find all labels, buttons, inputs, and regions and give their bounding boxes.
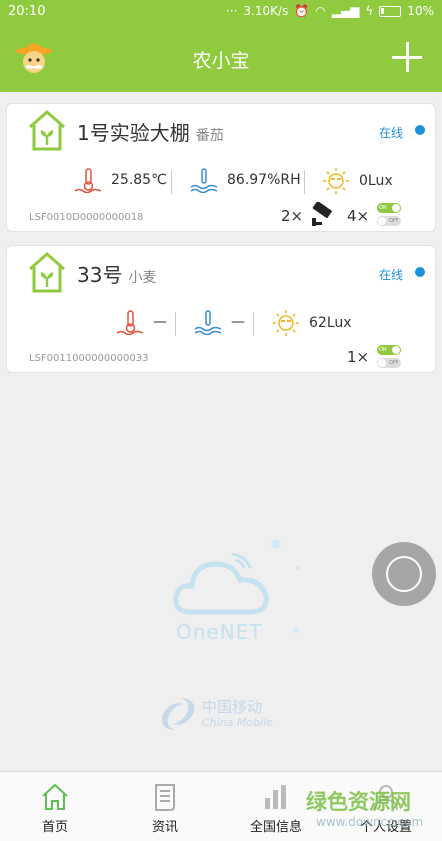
sun-icon bbox=[273, 310, 299, 336]
toggle-off: OFF bbox=[377, 216, 401, 226]
device-name: 1号实验大棚 番茄 bbox=[77, 117, 224, 146]
divider bbox=[304, 170, 305, 194]
status-time: 20:10 bbox=[8, 4, 46, 19]
greenhouse-icon bbox=[29, 251, 65, 293]
china-mobile-logo-icon bbox=[161, 698, 195, 730]
device-name-text: 1号实验大棚 bbox=[77, 121, 190, 145]
humidity-value: 86.97%RH bbox=[227, 172, 301, 188]
water-thermometer-icon bbox=[190, 168, 218, 193]
chart-icon bbox=[265, 785, 286, 809]
dots-decoration bbox=[271, 539, 300, 633]
temperature-reading: — bbox=[115, 309, 167, 335]
tab-label: 资讯 bbox=[151, 820, 178, 835]
camera-icon[interactable] bbox=[307, 202, 337, 228]
onenet-wordmark: OneNET bbox=[176, 620, 263, 644]
toggle-on: ON bbox=[377, 203, 401, 213]
device-card[interactable]: 33号 小麦 在线 — — 62Lux LSF0011000000000033 … bbox=[6, 245, 436, 373]
humidity-reading: 86.97%RH bbox=[189, 167, 301, 193]
temperature-value: — bbox=[153, 314, 167, 330]
page-title: 农小宝 bbox=[192, 50, 250, 72]
alarm-icon: ⏰ bbox=[294, 4, 310, 18]
device-card[interactable]: 1号实验大棚 番茄 在线 25.85℃ 86.97%RH 0Lux LSF001… bbox=[6, 103, 436, 232]
signal-icon: ▂▄▆ bbox=[331, 4, 360, 18]
crop-label: 小麦 bbox=[128, 270, 157, 286]
divider bbox=[175, 312, 176, 336]
switch-toggle-icon[interactable]: ON OFF bbox=[377, 203, 403, 227]
china-mobile-cn: 中国移动 bbox=[202, 698, 263, 716]
toggle-off: OFF bbox=[377, 358, 401, 368]
device-name-text: 33号 bbox=[77, 263, 123, 287]
online-dot bbox=[415, 267, 425, 277]
online-status: 在线 bbox=[378, 268, 403, 282]
online-status: 在线 bbox=[378, 126, 403, 140]
divider bbox=[253, 312, 254, 336]
humidity-reading: — bbox=[193, 309, 245, 335]
network-speed: 3.10K/s bbox=[243, 4, 289, 18]
water-thermometer-icon bbox=[194, 310, 222, 335]
tab-label: 全国信息 bbox=[249, 820, 302, 835]
battery-level: 10% bbox=[407, 4, 434, 18]
news-icon bbox=[155, 784, 175, 811]
toggle-on: ON bbox=[377, 345, 401, 355]
online-dot bbox=[415, 125, 425, 135]
crop-label: 番茄 bbox=[195, 128, 224, 144]
floating-assist-button[interactable] bbox=[372, 542, 436, 606]
sun-icon bbox=[323, 168, 349, 194]
device-serial: LSF0010D0000000018 bbox=[29, 212, 144, 223]
tab-news[interactable]: 资讯 bbox=[110, 772, 220, 841]
charging-icon: ϟ bbox=[365, 4, 374, 18]
cloud-logo-icon bbox=[173, 552, 269, 615]
china-mobile-en: China Mobile bbox=[202, 716, 274, 729]
status-bar: 20:10 ··· 3.10K/s ⏰ ◠ ▂▄▆ ϟ 10% bbox=[0, 0, 442, 24]
site-watermark-url: www.downcc.com bbox=[316, 815, 424, 829]
temperature-value: 25.85℃ bbox=[111, 172, 167, 188]
light-value: 62Lux bbox=[309, 315, 352, 331]
switch-count: 4× bbox=[347, 207, 370, 225]
temperature-reading: 25.85℃ bbox=[73, 167, 167, 193]
humidity-value: — bbox=[231, 314, 245, 330]
wifi-icon: ◠ bbox=[315, 4, 326, 18]
tab-home[interactable]: 首页 bbox=[0, 772, 110, 841]
device-name: 33号 小麦 bbox=[77, 259, 156, 288]
device-serial: LSF0011000000000033 bbox=[29, 353, 149, 364]
light-reading: 62Lux bbox=[271, 309, 352, 337]
onenet-watermark: OneNET 中国移动 China Mobile bbox=[150, 520, 310, 760]
light-value: 0Lux bbox=[359, 173, 393, 189]
thermometer-icon bbox=[74, 168, 102, 193]
site-watermark: 绿色资源网 bbox=[306, 790, 411, 814]
tab-label: 首页 bbox=[41, 820, 68, 835]
status-right: ··· 3.10K/s ⏰ ◠ ▂▄▆ ϟ 10% bbox=[226, 4, 434, 18]
light-reading: 0Lux bbox=[321, 167, 393, 195]
plus-icon[interactable] bbox=[390, 40, 424, 74]
divider bbox=[171, 170, 172, 194]
thermometer-icon bbox=[116, 310, 144, 335]
camera-count: 2× bbox=[281, 207, 304, 225]
app-bar: 农小宝 bbox=[0, 24, 442, 92]
battery-icon bbox=[379, 5, 402, 17]
home-icon bbox=[42, 783, 68, 810]
dots-icon: ··· bbox=[225, 4, 238, 18]
greenhouse-icon bbox=[29, 109, 65, 151]
switch-toggle-icon[interactable]: ON OFF bbox=[377, 345, 403, 369]
switch-count: 1× bbox=[347, 348, 370, 366]
